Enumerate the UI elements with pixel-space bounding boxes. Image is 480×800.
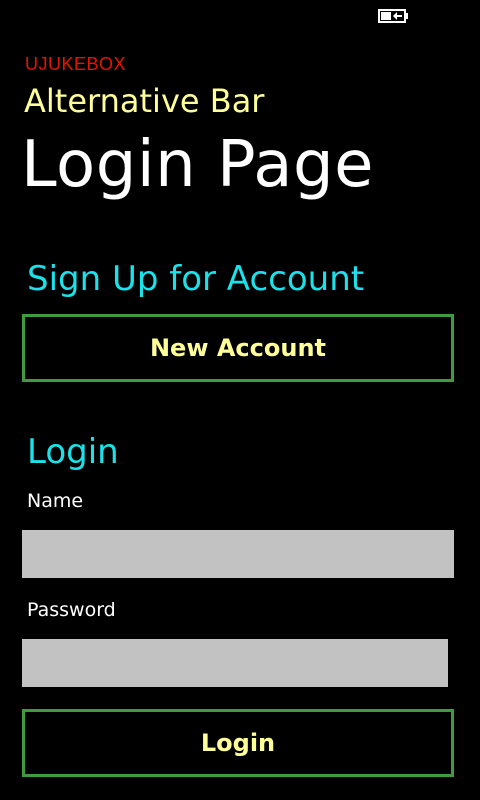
password-input[interactable] xyxy=(22,639,448,687)
password-label: Password xyxy=(27,599,116,621)
app-name: UJUKEBOX xyxy=(25,54,127,74)
battery-charging-icon xyxy=(378,8,410,24)
page-title: Login Page xyxy=(21,128,374,202)
name-input[interactable] xyxy=(22,530,454,578)
page-subtitle: Alternative Bar xyxy=(24,82,265,120)
login-heading: Login xyxy=(27,432,119,472)
name-label: Name xyxy=(27,490,84,512)
new-account-button[interactable]: New Account xyxy=(22,314,454,382)
signup-heading: Sign Up for Account xyxy=(27,259,365,299)
login-button[interactable]: Login xyxy=(22,709,454,777)
status-bar xyxy=(0,0,480,32)
